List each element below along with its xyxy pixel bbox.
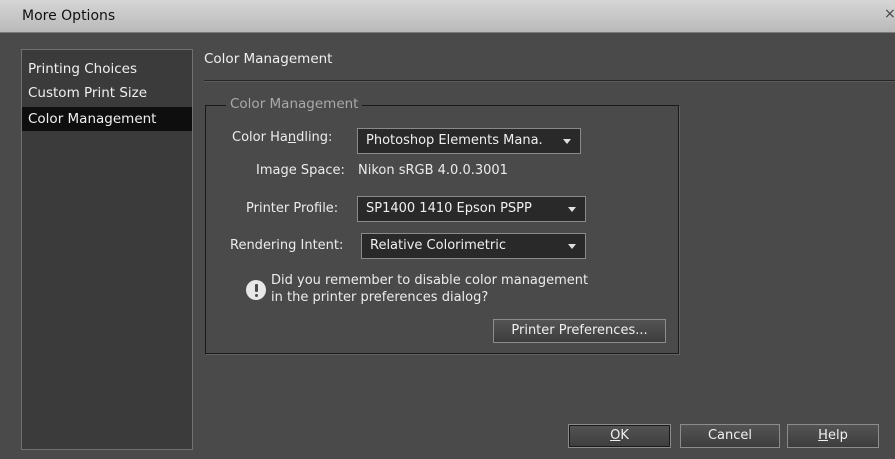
printer-preferences-button[interactable]: Printer Preferences... xyxy=(493,319,666,343)
printer-profile-label: Printer Profile: xyxy=(246,201,339,216)
rendering-intent-value: Relative Colorimetric xyxy=(370,238,506,253)
group-legend: Color Management xyxy=(226,96,363,112)
window-title: More Options xyxy=(22,8,116,24)
image-space-label: Image Space: xyxy=(256,163,345,178)
help-button[interactable]: Help xyxy=(787,424,879,448)
rendering-intent-select[interactable]: Relative Colorimetric xyxy=(361,233,586,259)
sidebar-item-printing-choices[interactable]: Printing Choices xyxy=(22,57,192,81)
chevron-down-icon xyxy=(563,139,571,144)
title-bar: More Options × xyxy=(0,0,895,33)
printer-profile-value: SP1400 1410 Epson PSPP xyxy=(366,201,532,216)
image-space-value: Nikon sRGB 4.0.0.3001 xyxy=(358,163,508,178)
sidebar-item-custom-print-size[interactable]: Custom Print Size xyxy=(22,81,192,105)
options-sidebar: Printing Choices Custom Print Size Color… xyxy=(21,49,193,450)
chevron-down-icon xyxy=(568,244,576,249)
sidebar-item-color-management[interactable]: Color Management xyxy=(22,107,192,131)
section-title: Color Management xyxy=(204,51,333,67)
color-handling-label: Color Handling: xyxy=(232,130,333,145)
exclamation-icon xyxy=(246,280,266,300)
section-divider xyxy=(204,80,895,82)
notice-line-2: in the printer preferences dialog? xyxy=(271,290,489,305)
printer-profile-select[interactable]: SP1400 1410 Epson PSPP xyxy=(357,196,586,222)
cancel-button[interactable]: Cancel xyxy=(680,424,780,448)
close-icon[interactable]: × xyxy=(884,6,895,22)
color-handling-select[interactable]: Photoshop Elements Mana. xyxy=(357,128,581,154)
rendering-intent-label: Rendering Intent: xyxy=(230,238,344,253)
color-handling-value: Photoshop Elements Mana. xyxy=(366,133,543,148)
notice-line-1: Did you remember to disable color manage… xyxy=(271,273,589,288)
ok-button[interactable]: OK xyxy=(568,424,671,448)
chevron-down-icon xyxy=(568,207,576,212)
